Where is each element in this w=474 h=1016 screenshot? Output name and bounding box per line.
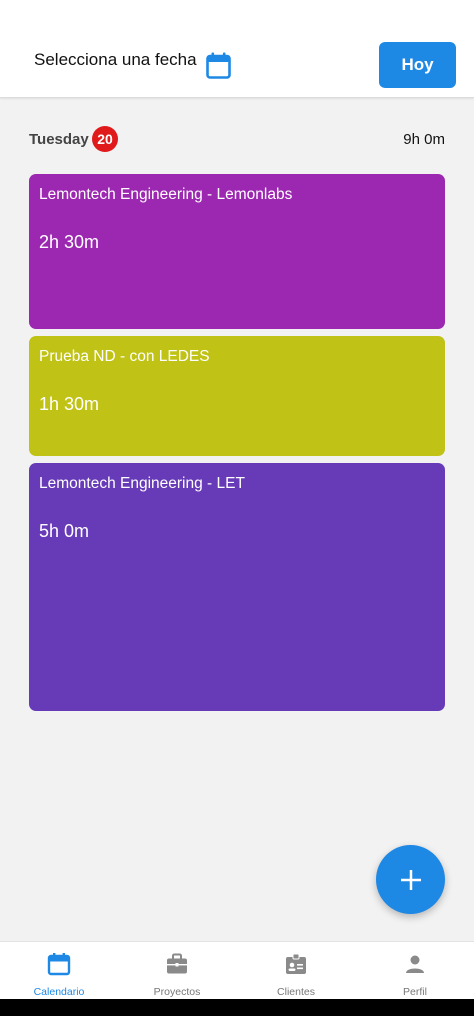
- entry-duration: 5h 0m: [39, 521, 90, 541]
- day-summary: Tuesday 20 9h 0m: [29, 126, 445, 152]
- person-icon: [406, 955, 424, 973]
- date-picker-label: Selecciona una fecha: [34, 50, 197, 69]
- entry-duration: 2h 30m: [39, 232, 100, 252]
- system-navigation-bar: [0, 999, 474, 1016]
- briefcase-icon: [167, 953, 187, 974]
- entry-duration: 1h 30m: [39, 394, 100, 414]
- calendar-icon: [47, 953, 71, 976]
- tab-perfil[interactable]: Perfil: [356, 942, 474, 1000]
- plus-icon: [400, 869, 421, 890]
- entry-title: Lemontech Engineering - LET: [39, 475, 245, 492]
- app-header: Selecciona una fecha Hoy: [0, 0, 474, 98]
- tab-label: Clientes: [277, 986, 315, 998]
- time-entry-card[interactable]: Lemontech Engineering - LET 5h 0m: [29, 463, 445, 711]
- day-total-time: 9h 0m: [403, 131, 445, 148]
- day-number-badge: 20: [92, 126, 118, 152]
- tab-calendario[interactable]: Calendario: [0, 942, 118, 1000]
- calendar-icon[interactable]: [206, 52, 231, 79]
- tab-label: Perfil: [403, 986, 427, 998]
- day-name: Tuesday: [29, 131, 89, 148]
- bottom-tab-bar: Calendario Proyectos Clientes Perfil: [0, 941, 474, 1000]
- tab-label: Calendario: [33, 986, 85, 998]
- today-button[interactable]: Hoy: [379, 42, 456, 88]
- time-entry-card[interactable]: Lemontech Engineering - Lemonlabs 2h 30m: [29, 174, 445, 329]
- time-entry-card[interactable]: Prueba ND - con LEDES 1h 30m: [29, 336, 445, 456]
- add-entry-button[interactable]: [376, 845, 445, 914]
- tab-proyectos[interactable]: Proyectos: [118, 942, 236, 1000]
- date-picker[interactable]: Selecciona una fecha: [34, 50, 197, 70]
- entry-title: Lemontech Engineering - Lemonlabs: [39, 186, 293, 203]
- entry-title: Prueba ND - con LEDES: [39, 348, 210, 365]
- contact-card-icon: [286, 953, 306, 974]
- tab-clientes[interactable]: Clientes: [237, 942, 355, 1000]
- tab-label: Proyectos: [153, 986, 201, 998]
